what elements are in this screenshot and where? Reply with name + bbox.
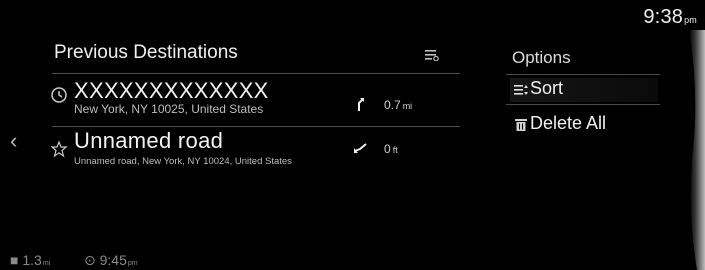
distance-unit: mi (402, 101, 413, 111)
favorite-star-icon (50, 140, 68, 158)
destination-address: New York, NY 10025, United States (74, 102, 264, 116)
options-divider-top (506, 74, 660, 75)
sort-label: Sort (530, 78, 564, 98)
destination-row-1[interactable]: XXXXXXXXXXXXX New York, NY 10025, United… (50, 78, 460, 126)
destination-name: XXXXXXXXXXXXX (74, 78, 269, 103)
clock: 9:38pm (643, 6, 697, 29)
delete-all-button[interactable]: Delete All (510, 113, 658, 137)
back-chevron-icon[interactable]: ‹ (10, 128, 17, 154)
clock-time: 9:38 (643, 6, 684, 28)
status-distance: ■ 1.3mi (10, 252, 50, 268)
status-eta-time: 9:45 (99, 252, 127, 268)
history-clock-icon (51, 87, 67, 103)
status-distance-unit: mi (42, 260, 51, 267)
clock-ampm: pm (684, 15, 697, 25)
distance-unit: ft (392, 145, 398, 155)
destination-distance: 0.7 mi (384, 98, 412, 112)
flag-icon: ■ (10, 252, 19, 268)
destination-name: Unnamed road (74, 128, 224, 153)
destination-row-2[interactable]: Unnamed road Unnamed road, New York, NY … (50, 126, 460, 176)
trash-icon (515, 119, 527, 131)
distance-value: 0.7 (384, 98, 401, 112)
arrow-down-left-icon (354, 143, 367, 153)
arrow-up-right-icon (358, 98, 364, 111)
map-edge-decoration (689, 30, 705, 270)
destination-address: Unnamed road, New York, NY 10024, United… (74, 156, 292, 167)
status-eta: ⊙ 9:45pm (84, 252, 138, 268)
list-filter-icon[interactable] (425, 49, 439, 61)
header-divider (52, 73, 460, 74)
options-title: Options (512, 48, 571, 67)
distance-value: 0 (384, 142, 391, 156)
page-title: Previous Destinations (54, 42, 238, 63)
eta-clock-icon: ⊙ (84, 252, 96, 268)
status-eta-ampm: pm (127, 260, 138, 267)
navigation-screen: 9:38pm ‹ Previous Destinations XXXXXXXXX… (0, 0, 705, 270)
status-distance-value: 1.3 (22, 252, 42, 268)
options-divider (506, 104, 660, 105)
sort-button[interactable]: Sort (510, 78, 658, 102)
delete-all-label: Delete All (530, 113, 607, 133)
destination-distance: 0 ft (384, 142, 398, 156)
sort-icon (514, 85, 528, 95)
